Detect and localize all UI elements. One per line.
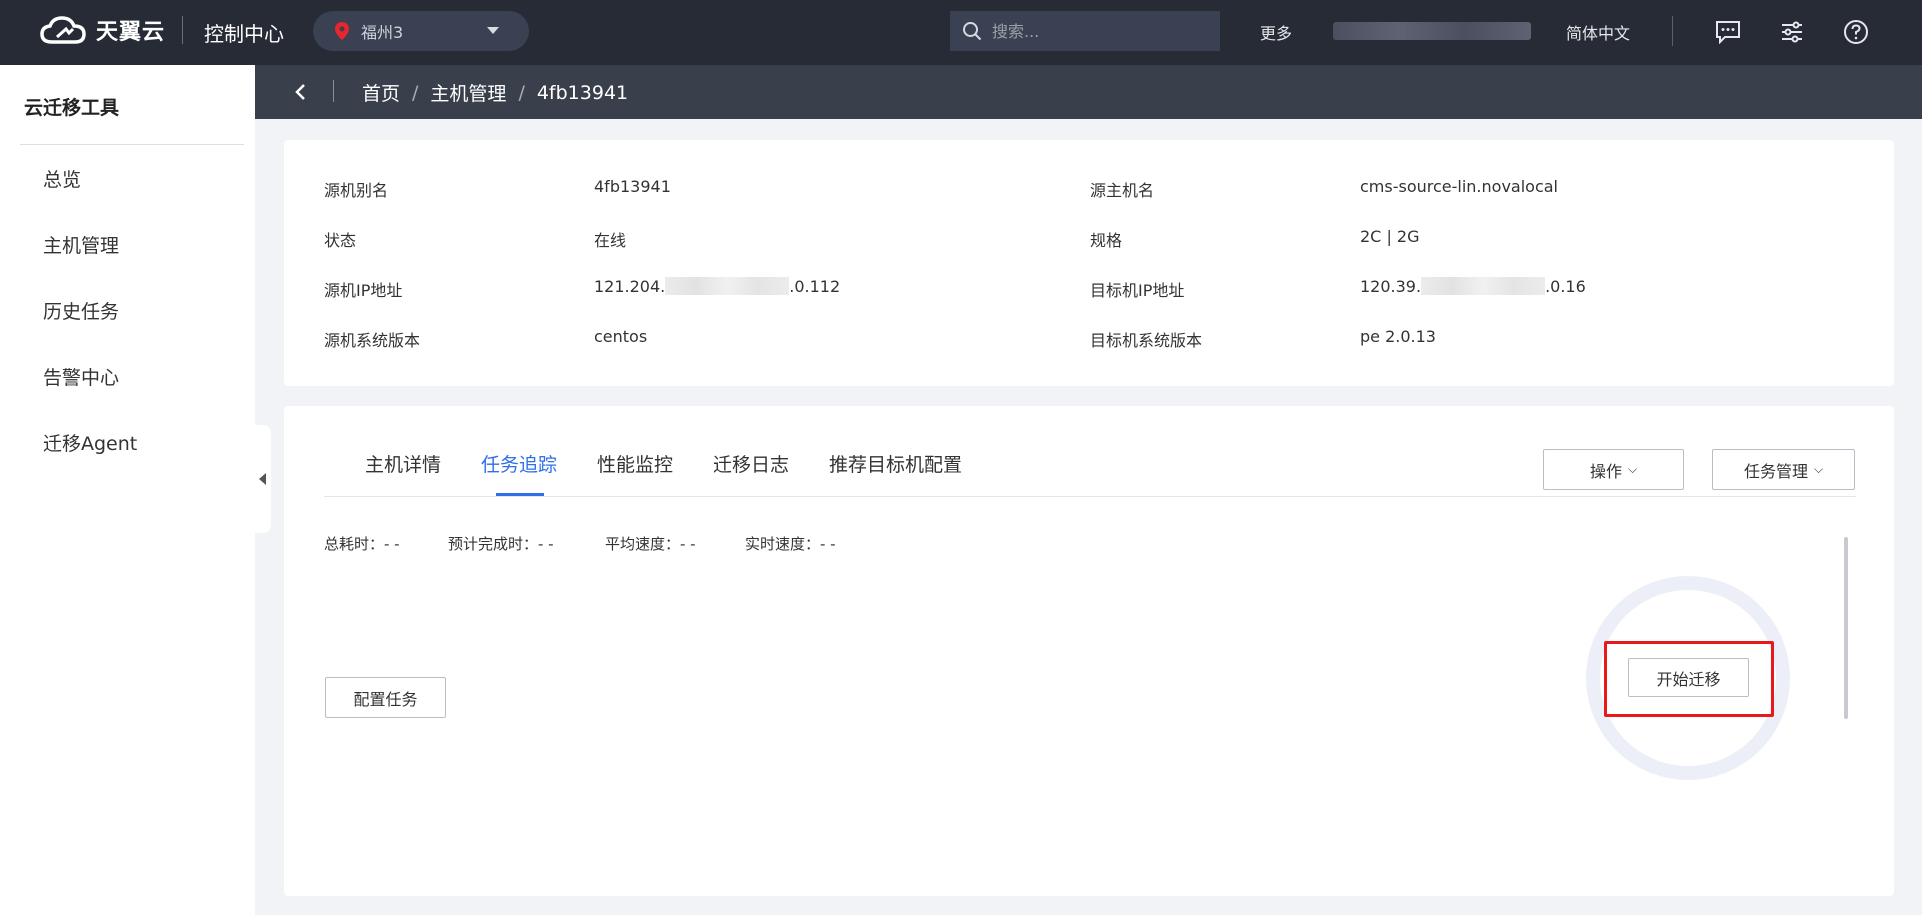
breadcrumb-current-host: 4fb13941	[536, 81, 629, 104]
sidebar: 云迁移工具 总览 主机管理 历史任务 告警中心 迁移Agent	[0, 65, 255, 915]
sidebar-item-migration-agent[interactable]: 迁移Agent	[43, 429, 137, 456]
sidebar-title: 云迁移工具	[24, 97, 120, 119]
region-name: 福州3	[361, 23, 404, 42]
search-box[interactable]	[950, 11, 1220, 51]
target-ip-prefix: 120.39.	[1360, 277, 1422, 296]
user-account-masked[interactable]	[1333, 22, 1531, 40]
breadcrumb-host-management[interactable]: 主机管理	[430, 79, 506, 106]
target-os-value: pe 2.0.13	[1360, 327, 1436, 346]
operate-dropdown-button[interactable]: 操作 ⌵	[1543, 449, 1684, 490]
spec-value: 2C | 2G	[1360, 227, 1420, 246]
sidebar-collapse-button[interactable]	[253, 425, 271, 533]
cloud-logo-icon	[40, 16, 86, 44]
source-host-value: cms-source-lin.novalocal	[1360, 177, 1558, 196]
total-time-stat: 总耗时：- -	[324, 535, 400, 553]
tab-recommended-target-config[interactable]: 推荐目标机配置	[829, 450, 962, 477]
more-menu[interactable]: 更多	[1260, 20, 1292, 44]
language-selector[interactable]: 简体中文	[1566, 20, 1630, 44]
source-ip-prefix: 121.204.	[594, 277, 666, 296]
target-ip-label: 目标机IP地址	[1090, 281, 1185, 300]
message-icon[interactable]	[1714, 18, 1742, 46]
task-manage-dropdown-button[interactable]: 任务管理 ⌵	[1712, 449, 1855, 490]
configure-task-label: 配置任务	[353, 689, 418, 709]
breadcrumb-divider	[333, 80, 334, 102]
target-ip-value: 120.39. .0.16	[1360, 277, 1586, 296]
settings-sliders-icon[interactable]	[1778, 18, 1806, 46]
header-divider	[182, 16, 183, 44]
source-ip-label: 源机IP地址	[324, 281, 403, 300]
active-tab-indicator	[496, 493, 544, 496]
estimated-finish-stat: 预计完成时：- -	[448, 535, 554, 553]
source-os-value: centos	[594, 327, 648, 346]
vertical-scrollbar[interactable]	[1844, 537, 1848, 719]
brand-logo[interactable]: 天翼云	[40, 12, 165, 48]
status-value: 在线	[594, 231, 627, 250]
ip-mask	[665, 277, 790, 295]
tab-migration-log[interactable]: 迁移日志	[713, 450, 789, 477]
tab-task-tracking[interactable]: 任务追踪	[481, 450, 557, 477]
target-ip-suffix: .0.16	[1545, 277, 1586, 296]
host-info-card	[284, 140, 1894, 386]
back-arrow-icon[interactable]	[291, 82, 311, 102]
search-icon	[963, 22, 982, 41]
sidebar-item-overview[interactable]: 总览	[43, 165, 81, 192]
collapse-left-icon	[258, 473, 266, 485]
spec-label: 规格	[1090, 231, 1123, 250]
sidebar-divider	[20, 144, 244, 145]
breadcrumb-separator: /	[518, 81, 525, 104]
source-host-label: 源主机名	[1090, 181, 1155, 200]
breadcrumb: 首页 / 主机管理 / 4fb13941	[362, 79, 628, 106]
source-os-label: 源机系统版本	[324, 331, 421, 350]
sidebar-item-history-tasks[interactable]: 历史任务	[43, 297, 119, 324]
brand-name: 天翼云	[96, 20, 166, 45]
tab-performance-monitor[interactable]: 性能监控	[597, 450, 673, 477]
chevron-down-icon: ⌵	[1813, 462, 1824, 476]
realtime-speed-stat: 实时速度：- -	[745, 535, 836, 553]
console-link[interactable]: 控制中心	[204, 18, 284, 47]
source-alias-label: 源机别名	[324, 181, 389, 200]
source-ip-value: 121.204. .0.112	[594, 277, 840, 296]
configure-task-button[interactable]: 配置任务	[325, 677, 446, 718]
sidebar-item-alarm-center[interactable]: 告警中心	[43, 363, 119, 390]
target-os-label: 目标机系统版本	[1090, 331, 1203, 350]
location-pin-icon	[335, 22, 349, 40]
top-bar: 天翼云 控制中心 福州3 更多 简体中文	[0, 0, 1922, 65]
chevron-down-icon: ⌵	[1627, 462, 1638, 476]
breadcrumb-separator: /	[412, 81, 419, 104]
tab-host-details[interactable]: 主机详情	[365, 450, 441, 477]
source-alias-value: 4fb13941	[594, 177, 671, 196]
sidebar-item-host-management[interactable]: 主机管理	[43, 231, 119, 258]
average-speed-stat: 平均速度：- -	[605, 535, 696, 553]
tab-divider	[324, 496, 1856, 497]
status-label: 状态	[324, 231, 357, 250]
source-ip-suffix: .0.112	[789, 277, 841, 296]
header-divider-right	[1672, 16, 1673, 46]
search-input[interactable]	[992, 21, 1192, 41]
operate-label: 操作	[1589, 461, 1622, 481]
ip-mask	[1421, 277, 1546, 295]
region-selector[interactable]: 福州3	[313, 11, 529, 51]
breadcrumb-home[interactable]: 首页	[362, 79, 400, 106]
highlight-box	[1604, 641, 1774, 717]
chevron-down-icon	[487, 27, 499, 34]
task-manage-label: 任务管理	[1743, 461, 1808, 481]
help-icon[interactable]	[1842, 18, 1870, 46]
